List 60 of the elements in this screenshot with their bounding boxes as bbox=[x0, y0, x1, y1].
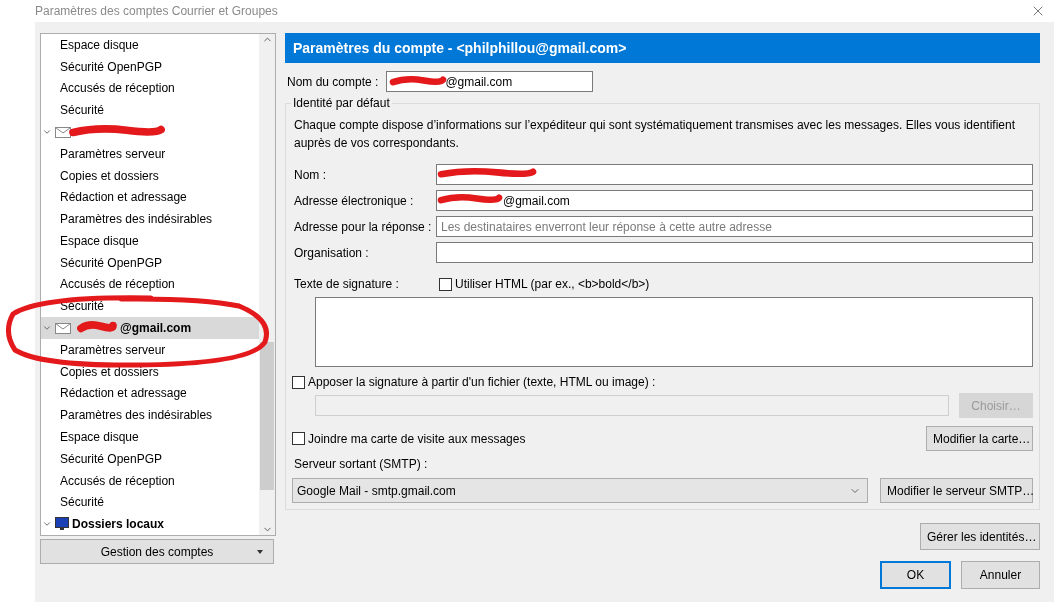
text-field[interactable] bbox=[436, 164, 1033, 185]
tree-item[interactable]: Rédaction et adressage bbox=[60, 190, 187, 205]
edit-card-button[interactable]: Modifier la carte… bbox=[926, 426, 1033, 451]
tree-item[interactable]: Rédaction et adressage bbox=[60, 386, 187, 401]
manage-accounts-button[interactable]: Gestion des comptes bbox=[40, 539, 274, 564]
tree-item[interactable]: Copies et dossiers bbox=[60, 364, 159, 379]
scrollbar[interactable] bbox=[259, 34, 275, 535]
checkbox[interactable] bbox=[292, 432, 305, 445]
edit-smtp-button[interactable]: Modifier le serveur SMTP… bbox=[880, 478, 1033, 503]
field-label: Adresse électronique : bbox=[294, 193, 415, 208]
file-path-field[interactable] bbox=[315, 395, 949, 416]
checkbox[interactable] bbox=[439, 277, 452, 291]
account-row[interactable]: @gmail.com bbox=[41, 317, 259, 339]
vcard-checkbox-label[interactable]: Joindre ma carte de visite aux messages bbox=[292, 431, 526, 446]
tree-item[interactable]: Espace disque bbox=[60, 429, 139, 444]
manage-identities-button[interactable]: Gérer les identités… bbox=[920, 523, 1040, 550]
checkbox[interactable] bbox=[292, 375, 305, 389]
tree-item[interactable]: Accusés de réception bbox=[60, 81, 175, 96]
tree-item[interactable]: Espace disque bbox=[60, 37, 139, 52]
monitor-icon bbox=[55, 517, 69, 532]
tree-item[interactable]: Sécurité bbox=[60, 495, 105, 510]
text-field[interactable]: Les destinataires enverront leur réponse à cette autre adresse bbox=[436, 216, 1033, 237]
tree-item[interactable]: Paramètres serveur bbox=[60, 342, 166, 357]
tree-item[interactable]: Accusés de réception bbox=[60, 473, 175, 488]
smtp-select[interactable]: Google Mail - smtp.gmail.com bbox=[292, 478, 868, 503]
signature-textarea[interactable] bbox=[315, 297, 1033, 367]
tree-item[interactable]: Sécurité bbox=[60, 103, 105, 118]
panel-header: Paramètres du compte - <philphillou@gmail.com> bbox=[285, 33, 1040, 63]
field-label: Adresse pour la réponse : bbox=[294, 219, 433, 234]
field-label: Serveur sortant (SMTP) : bbox=[293, 457, 429, 471]
tree-item[interactable]: Sécurité OpenPGP bbox=[60, 59, 163, 74]
field-label: Nom : bbox=[294, 167, 327, 182]
envelope-icon bbox=[55, 126, 71, 138]
field-label: Organisation : bbox=[294, 245, 370, 260]
expand-icon[interactable] bbox=[42, 127, 52, 137]
account-name-field[interactable]: @gmail.com bbox=[386, 71, 594, 92]
text-field[interactable] bbox=[436, 242, 1033, 263]
account-name: @gmail.com bbox=[120, 321, 192, 336]
tree-item[interactable]: Accusés de réception bbox=[60, 277, 175, 292]
dialog-button[interactable]: Annuler bbox=[961, 561, 1040, 589]
account-row[interactable]: Dossiers locaux bbox=[41, 513, 259, 535]
envelope-icon bbox=[55, 322, 71, 334]
dialog-button[interactable]: OK bbox=[880, 561, 951, 589]
signature-file-checkbox-label[interactable]: Apposer la signature à partir d'un fichier (texte, HTML ou image) : bbox=[292, 375, 656, 389]
tree-item[interactable]: Paramètres des indésirables bbox=[60, 408, 213, 423]
window-title: Paramètres des comptes Courrier et Groupes bbox=[35, 4, 278, 18]
tree-item[interactable]: Paramètres serveur bbox=[60, 146, 166, 161]
tree-item[interactable]: Copies et dossiers bbox=[60, 168, 159, 183]
group-legend: Identité par défaut bbox=[291, 96, 392, 110]
field-label: Nom du compte : bbox=[287, 74, 379, 89]
description-text: Chaque compte dispose d’informations sur l’expéditeur qui sont systématiquement transmises avec les messages. Elles vous identifient auprès de vos correspondants. bbox=[294, 117, 1017, 152]
text-field[interactable]: @gmail.com bbox=[436, 190, 1033, 211]
tree-item[interactable]: Sécurité OpenPGP bbox=[60, 451, 163, 466]
tree-item[interactable]: Paramètres des indésirables bbox=[60, 212, 213, 227]
tree-item[interactable]: Espace disque bbox=[60, 233, 139, 248]
field-label: Texte de signature : bbox=[294, 277, 400, 291]
tree-item[interactable]: Sécurité OpenPGP bbox=[60, 255, 163, 270]
html-checkbox-label[interactable]: Utiliser HTML (par ex., <b>bold</b>) bbox=[439, 277, 650, 291]
account-name: Dossiers locaux bbox=[72, 517, 165, 532]
caret-icon bbox=[257, 549, 263, 554]
